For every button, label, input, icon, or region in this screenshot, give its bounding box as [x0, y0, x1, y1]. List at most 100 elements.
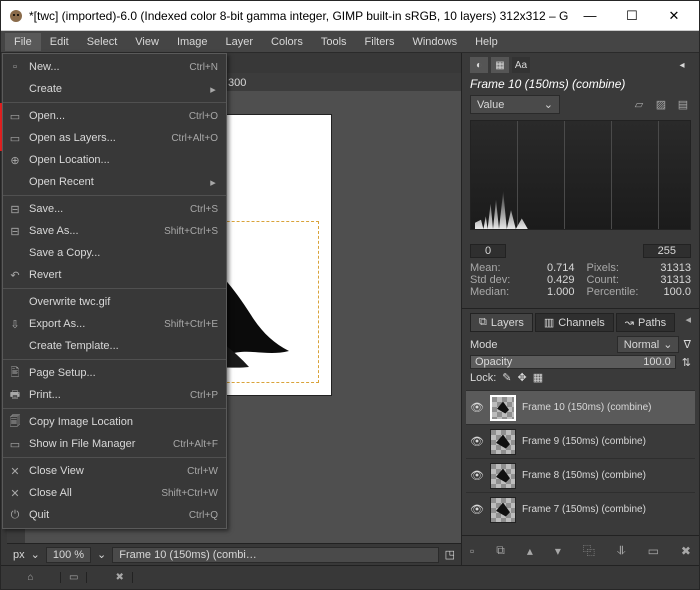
menu-item-label: Save As...	[29, 225, 164, 237]
tab-paths[interactable]: ↝Paths	[616, 313, 675, 332]
range-max[interactable]: 255	[643, 244, 691, 258]
menu-item-label: Create Template...	[29, 340, 218, 352]
dock-menu-icon[interactable]: ◂	[685, 313, 691, 332]
menu-item-save-a-copy[interactable]: Save a Copy...	[3, 242, 226, 264]
duplicate-layer-icon[interactable]: ⿻	[583, 542, 595, 559]
status-unit[interactable]: px	[13, 549, 25, 561]
opacity-slider[interactable]: Opacity 100.0	[470, 355, 676, 369]
visibility-icon[interactable]: 👁	[470, 401, 484, 414]
app-logo	[9, 9, 23, 23]
menu-item-open-recent[interactable]: Open Recent▸	[3, 171, 226, 193]
menu-item-revert[interactable]: ↶Revert	[3, 264, 226, 286]
delete-layer-icon[interactable]: ✖	[681, 544, 691, 558]
maximize-button[interactable]: ☐	[611, 2, 653, 30]
mode-select[interactable]: Normal⌄	[617, 336, 680, 353]
menu-item-print[interactable]: 🖶Print...Ctrl+P	[3, 384, 226, 406]
lock-alpha-icon[interactable]: ▦	[533, 371, 543, 384]
menu-image[interactable]: Image	[168, 33, 217, 51]
layer-row[interactable]: 👁 Frame 10 (150ms) (combine)	[466, 390, 695, 424]
layer-list[interactable]: 👁 Frame 10 (150ms) (combine) 👁 Frame 9 (150…	[462, 390, 699, 535]
menu-item-quit[interactable]: ⏻QuitCtrl+Q	[3, 504, 226, 526]
dock-menu-icon[interactable]: ◂	[673, 57, 691, 73]
visibility-icon[interactable]: 👁	[470, 469, 484, 482]
menu-item-label: Overwrite twc.gif	[29, 296, 218, 308]
dock-tab-icon[interactable]: Aa	[512, 57, 530, 73]
menu-filters[interactable]: Filters	[356, 33, 404, 51]
menu-item-close-all[interactable]: ✕Close AllShift+Ctrl+W	[3, 482, 226, 504]
menu-item-icon: ✕	[7, 485, 23, 501]
menu-layer[interactable]: Layer	[217, 33, 263, 51]
menu-item-show-in-file-manager[interactable]: ▭Show in File ManagerCtrl+Alt+F	[3, 433, 226, 455]
layer-row[interactable]: 👁 Frame 9 (150ms) (combine)	[466, 424, 695, 458]
menu-item-overwrite-twc-gif[interactable]: Overwrite twc.gif	[3, 291, 226, 313]
menu-edit[interactable]: Edit	[41, 33, 78, 51]
visibility-icon[interactable]: 👁	[470, 503, 484, 516]
lock-pixels-icon[interactable]: ✎	[502, 371, 511, 384]
lower-layer-icon[interactable]: ▾	[555, 544, 561, 558]
menu-select[interactable]: Select	[78, 33, 127, 51]
layers-panel: ⧉Layers ▥Channels ↝Paths ◂ Mode Normal⌄ …	[462, 308, 699, 390]
close-button[interactable]: ✕	[653, 2, 695, 30]
dock-tab-icon[interactable]: ▦	[491, 57, 509, 73]
menu-item-copy-image-location[interactable]: 🗐Copy Image Location	[3, 411, 226, 433]
menu-file[interactable]: File	[5, 33, 41, 51]
menu-colors[interactable]: Colors	[262, 33, 312, 51]
menu-item-open[interactable]: ▭Open...Ctrl+O	[3, 105, 226, 127]
histo-linear-icon[interactable]: ▱	[631, 98, 647, 111]
status-zoom[interactable]: 100 %	[46, 547, 91, 563]
mode-switch-icon[interactable]: ᐁ	[683, 338, 691, 351]
layer-group-icon[interactable]: ⧉	[496, 543, 505, 558]
menu-item-icon	[7, 81, 23, 97]
channel-select[interactable]: Value⌄	[470, 95, 560, 114]
layer-name[interactable]: Frame 7 (150ms) (combine)	[522, 504, 691, 515]
menu-windows[interactable]: Windows	[403, 33, 466, 51]
lock-row: Lock: ✎ ✥ ▦	[470, 371, 691, 384]
menu-item-shortcut: Ctrl+N	[189, 62, 218, 73]
menu-item-create[interactable]: Create▸	[3, 78, 226, 100]
histogram-stats: Mean:0.714 Pixels:31313 Std dev:0.429 Co…	[470, 260, 691, 304]
histo-perc-icon[interactable]: ▤	[675, 98, 691, 111]
menu-item-export-as[interactable]: ⇩Export As...Shift+Ctrl+E	[3, 313, 226, 335]
new-layer-icon[interactable]: ▫	[470, 544, 474, 558]
menu-item-icon	[7, 294, 23, 310]
raise-layer-icon[interactable]: ▴	[527, 544, 533, 558]
tab-channels[interactable]: ▥Channels	[535, 313, 614, 332]
menu-item-open-location[interactable]: ⊕Open Location...	[3, 149, 226, 171]
layer-name[interactable]: Frame 9 (150ms) (combine)	[522, 436, 691, 447]
menu-help[interactable]: Help	[466, 33, 507, 51]
menu-item-close-view[interactable]: ✕Close ViewCtrl+W	[3, 460, 226, 482]
menu-item-open-as-layers[interactable]: ▭Open as Layers...Ctrl+Alt+O	[3, 127, 226, 149]
menu-item-shortcut: Shift+Ctrl+E	[164, 319, 218, 330]
histogram-chart[interactable]	[470, 120, 691, 230]
lock-position-icon[interactable]: ✥	[518, 371, 527, 384]
histo-log-icon[interactable]: ▨	[653, 98, 669, 111]
menu-item-label: Export As...	[29, 318, 164, 330]
dock-tab-icon[interactable]: ◐	[470, 57, 488, 73]
undo-history-icon[interactable]: ⌂	[1, 572, 61, 583]
menu-item-new[interactable]: ▫New...Ctrl+N	[3, 56, 226, 78]
minimize-button[interactable]: —	[569, 2, 611, 30]
menu-item-create-template[interactable]: Create Template...	[3, 335, 226, 357]
merge-layer-icon[interactable]: ⥥	[617, 543, 626, 558]
delete-icon[interactable]: ✖	[107, 572, 132, 583]
layer-row[interactable]: 👁 Frame 7 (150ms) (combine)	[466, 492, 695, 526]
opacity-stepper[interactable]: ⇅	[682, 356, 691, 369]
tab-layers[interactable]: ⧉Layers	[470, 313, 533, 332]
menu-view[interactable]: View	[126, 33, 168, 51]
layer-name[interactable]: Frame 10 (150ms) (combine)	[522, 402, 691, 413]
mask-layer-icon[interactable]: ▭	[648, 544, 659, 558]
menubar[interactable]: FileEditSelectViewImageLayerColorsToolsF…	[1, 31, 699, 53]
tool-icon[interactable]: ▭	[61, 572, 87, 583]
file-menu[interactable]: ▫New...Ctrl+NCreate▸ ▭Open...Ctrl+O▭Open …	[2, 53, 227, 529]
menu-item-save-as[interactable]: ⊟Save As...Shift+Ctrl+S	[3, 220, 226, 242]
layer-row[interactable]: 👁 Frame 8 (150ms) (combine)	[466, 458, 695, 492]
nav-icon[interactable]: ◳	[445, 548, 455, 561]
menu-item-icon: ▫	[7, 59, 23, 75]
visibility-icon[interactable]: 👁	[470, 435, 484, 448]
menu-tools[interactable]: Tools	[312, 33, 356, 51]
menu-item-save[interactable]: ⊟Save...Ctrl+S	[3, 198, 226, 220]
menu-item-label: Open Location...	[29, 154, 218, 166]
layer-name[interactable]: Frame 8 (150ms) (combine)	[522, 470, 691, 481]
menu-item-page-setup[interactable]: 🖹Page Setup...	[3, 362, 226, 384]
range-min[interactable]: 0	[470, 244, 506, 258]
